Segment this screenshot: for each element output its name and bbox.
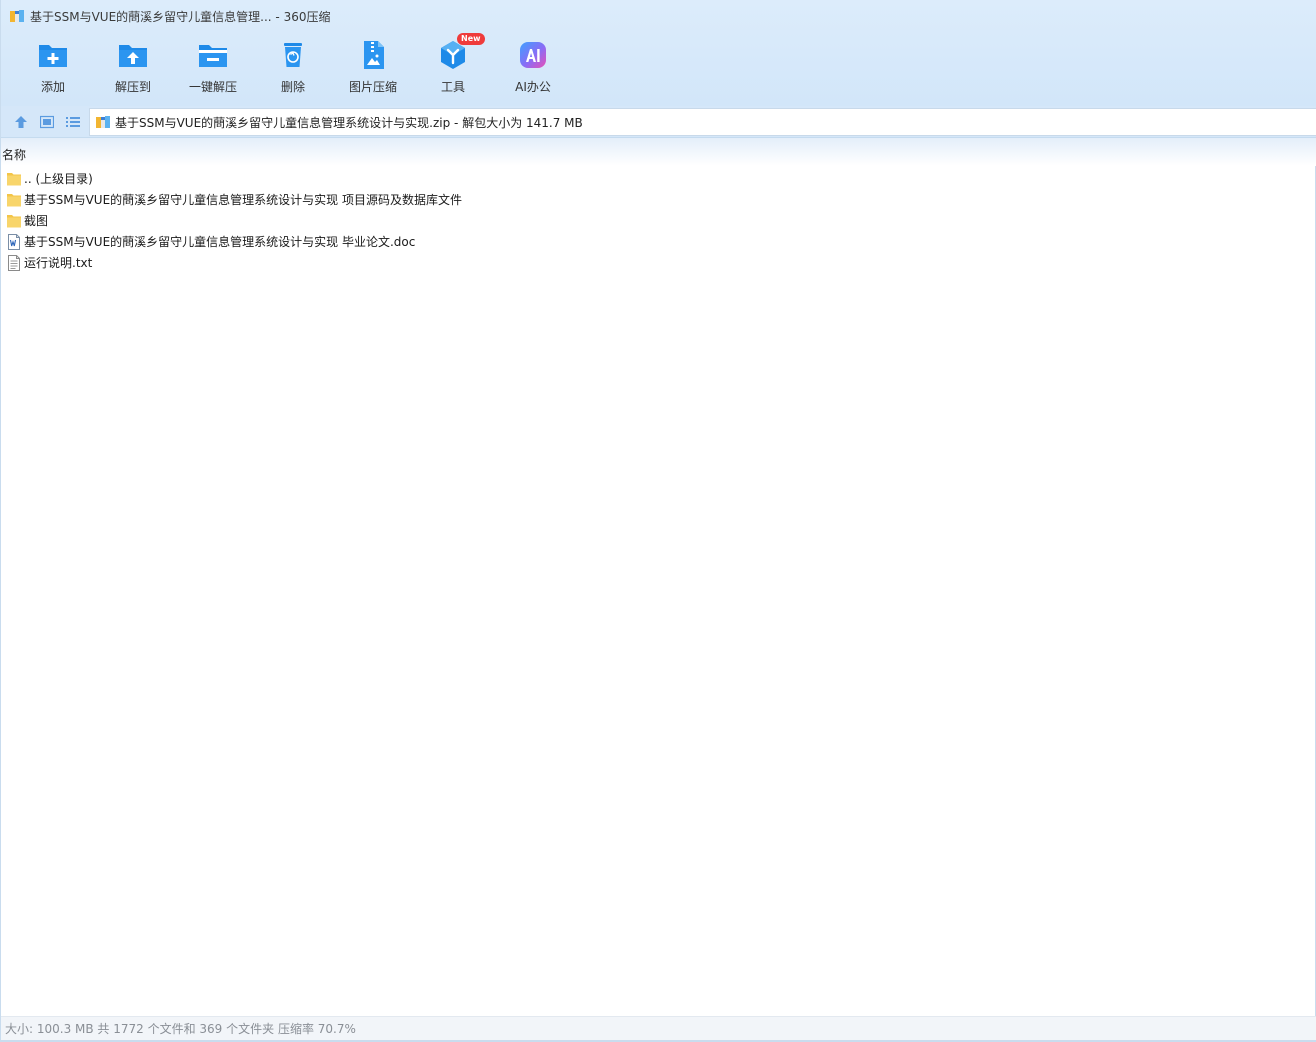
ai-office-icon bbox=[520, 42, 546, 68]
file-name: 截图 bbox=[24, 214, 49, 228]
arrow-up-icon bbox=[15, 115, 27, 128]
new-badge: New bbox=[457, 33, 485, 45]
image-compress-label: 图片压缩 bbox=[348, 80, 397, 94]
file-row-thesis-doc[interactable]: 基于SSM与VUE的蔄溪乡留守儿童信息管理系统设计与实现 毕业论文.doc bbox=[6, 231, 1306, 252]
zip-file-icon bbox=[96, 116, 110, 128]
up-level-button[interactable] bbox=[8, 109, 34, 135]
one-click-extract-label: 一键解压 bbox=[188, 80, 237, 94]
file-list: .. (上级目录) 基于SSM与VUE的蔄溪乡留守儿童信息管理系统设计与实现 项… bbox=[6, 168, 1306, 273]
file-row-screenshots-folder[interactable]: 截图 bbox=[6, 210, 1306, 231]
image-compress-button[interactable]: 图片压缩 bbox=[333, 36, 413, 102]
thumbnail-view-icon bbox=[40, 115, 54, 128]
status-bar: 大小: 100.3 MB 共 1772 个文件和 369 个文件夹 压缩率 70… bbox=[1, 1016, 1316, 1040]
file-row-source-folder[interactable]: 基于SSM与VUE的蔄溪乡留守儿童信息管理系统设计与实现 项目源码及数据库文件 bbox=[6, 189, 1306, 210]
ai-office-label: AI办公 bbox=[515, 80, 551, 94]
app-window: 基于SSM与VUE的蔄溪乡留守儿童信息管理... - 360压缩 添加 解压到 … bbox=[0, 0, 1316, 1042]
folder-icon bbox=[7, 172, 21, 185]
status-text: 大小: 100.3 MB 共 1772 个文件和 369 个文件夹 压缩率 70… bbox=[5, 1022, 356, 1036]
address-text: 基于SSM与VUE的蔄溪乡留守儿童信息管理系统设计与实现.zip - 解包大小为… bbox=[115, 115, 583, 130]
trash-icon bbox=[284, 43, 302, 67]
folder-icon bbox=[7, 193, 21, 206]
ai-office-button[interactable]: AI办公 bbox=[493, 36, 573, 102]
address-bar[interactable]: 基于SSM与VUE的蔄溪乡留守儿童信息管理系统设计与实现.zip - 解包大小为… bbox=[89, 108, 1316, 136]
extract-to-icon bbox=[119, 45, 147, 67]
file-row-parent-dir[interactable]: .. (上级目录) bbox=[6, 168, 1306, 189]
delete-label: 删除 bbox=[280, 80, 305, 94]
add-label: 添加 bbox=[40, 80, 65, 94]
text-file-icon bbox=[8, 254, 20, 271]
list-view-icon bbox=[66, 116, 80, 127]
file-name: 运行说明.txt bbox=[24, 256, 93, 270]
folder-icon bbox=[7, 214, 21, 227]
title-bar[interactable]: 基于SSM与VUE的蔄溪乡留守儿童信息管理... - 360压缩 bbox=[1, 0, 1316, 32]
file-name: .. (上级目录) bbox=[24, 172, 93, 186]
column-name-label: 名称 bbox=[2, 148, 27, 162]
file-name: 基于SSM与VUE的蔄溪乡留守儿童信息管理系统设计与实现 项目源码及数据库文件 bbox=[24, 193, 462, 207]
address-row: 基于SSM与VUE的蔄溪乡留守儿童信息管理系统设计与实现.zip - 解包大小为… bbox=[1, 106, 1316, 138]
file-name: 基于SSM与VUE的蔄溪乡留守儿童信息管理系统设计与实现 毕业论文.doc bbox=[24, 235, 416, 249]
one-click-extract-button[interactable]: 一键解压 bbox=[173, 36, 253, 102]
column-header-name[interactable]: 名称 bbox=[1, 138, 1316, 166]
image-compress-icon bbox=[364, 41, 384, 69]
zip-app-icon bbox=[10, 10, 24, 22]
add-button[interactable]: 添加 bbox=[13, 36, 93, 102]
file-row-readme-txt[interactable]: 运行说明.txt bbox=[6, 252, 1306, 273]
delete-button[interactable]: 删除 bbox=[253, 36, 333, 102]
extract-to-button[interactable]: 解压到 bbox=[93, 36, 173, 102]
toolbar: 添加 解压到 一键解压 删除 图片压缩 New 工具 AI办公 bbox=[13, 33, 573, 102]
tools-label: 工具 bbox=[440, 80, 465, 94]
thumbnail-view-button[interactable] bbox=[34, 109, 60, 135]
header: 基于SSM与VUE的蔄溪乡留守儿童信息管理... - 360压缩 添加 解压到 … bbox=[1, 0, 1316, 106]
add-folder-icon bbox=[39, 45, 67, 67]
word-doc-icon bbox=[8, 233, 20, 250]
list-view-button[interactable] bbox=[60, 109, 86, 135]
tools-button[interactable]: New 工具 bbox=[413, 33, 493, 102]
extract-to-label: 解压到 bbox=[114, 80, 151, 94]
window-title: 基于SSM与VUE的蔄溪乡留守儿童信息管理... - 360压缩 bbox=[30, 9, 331, 24]
one-click-extract-icon bbox=[199, 45, 227, 67]
